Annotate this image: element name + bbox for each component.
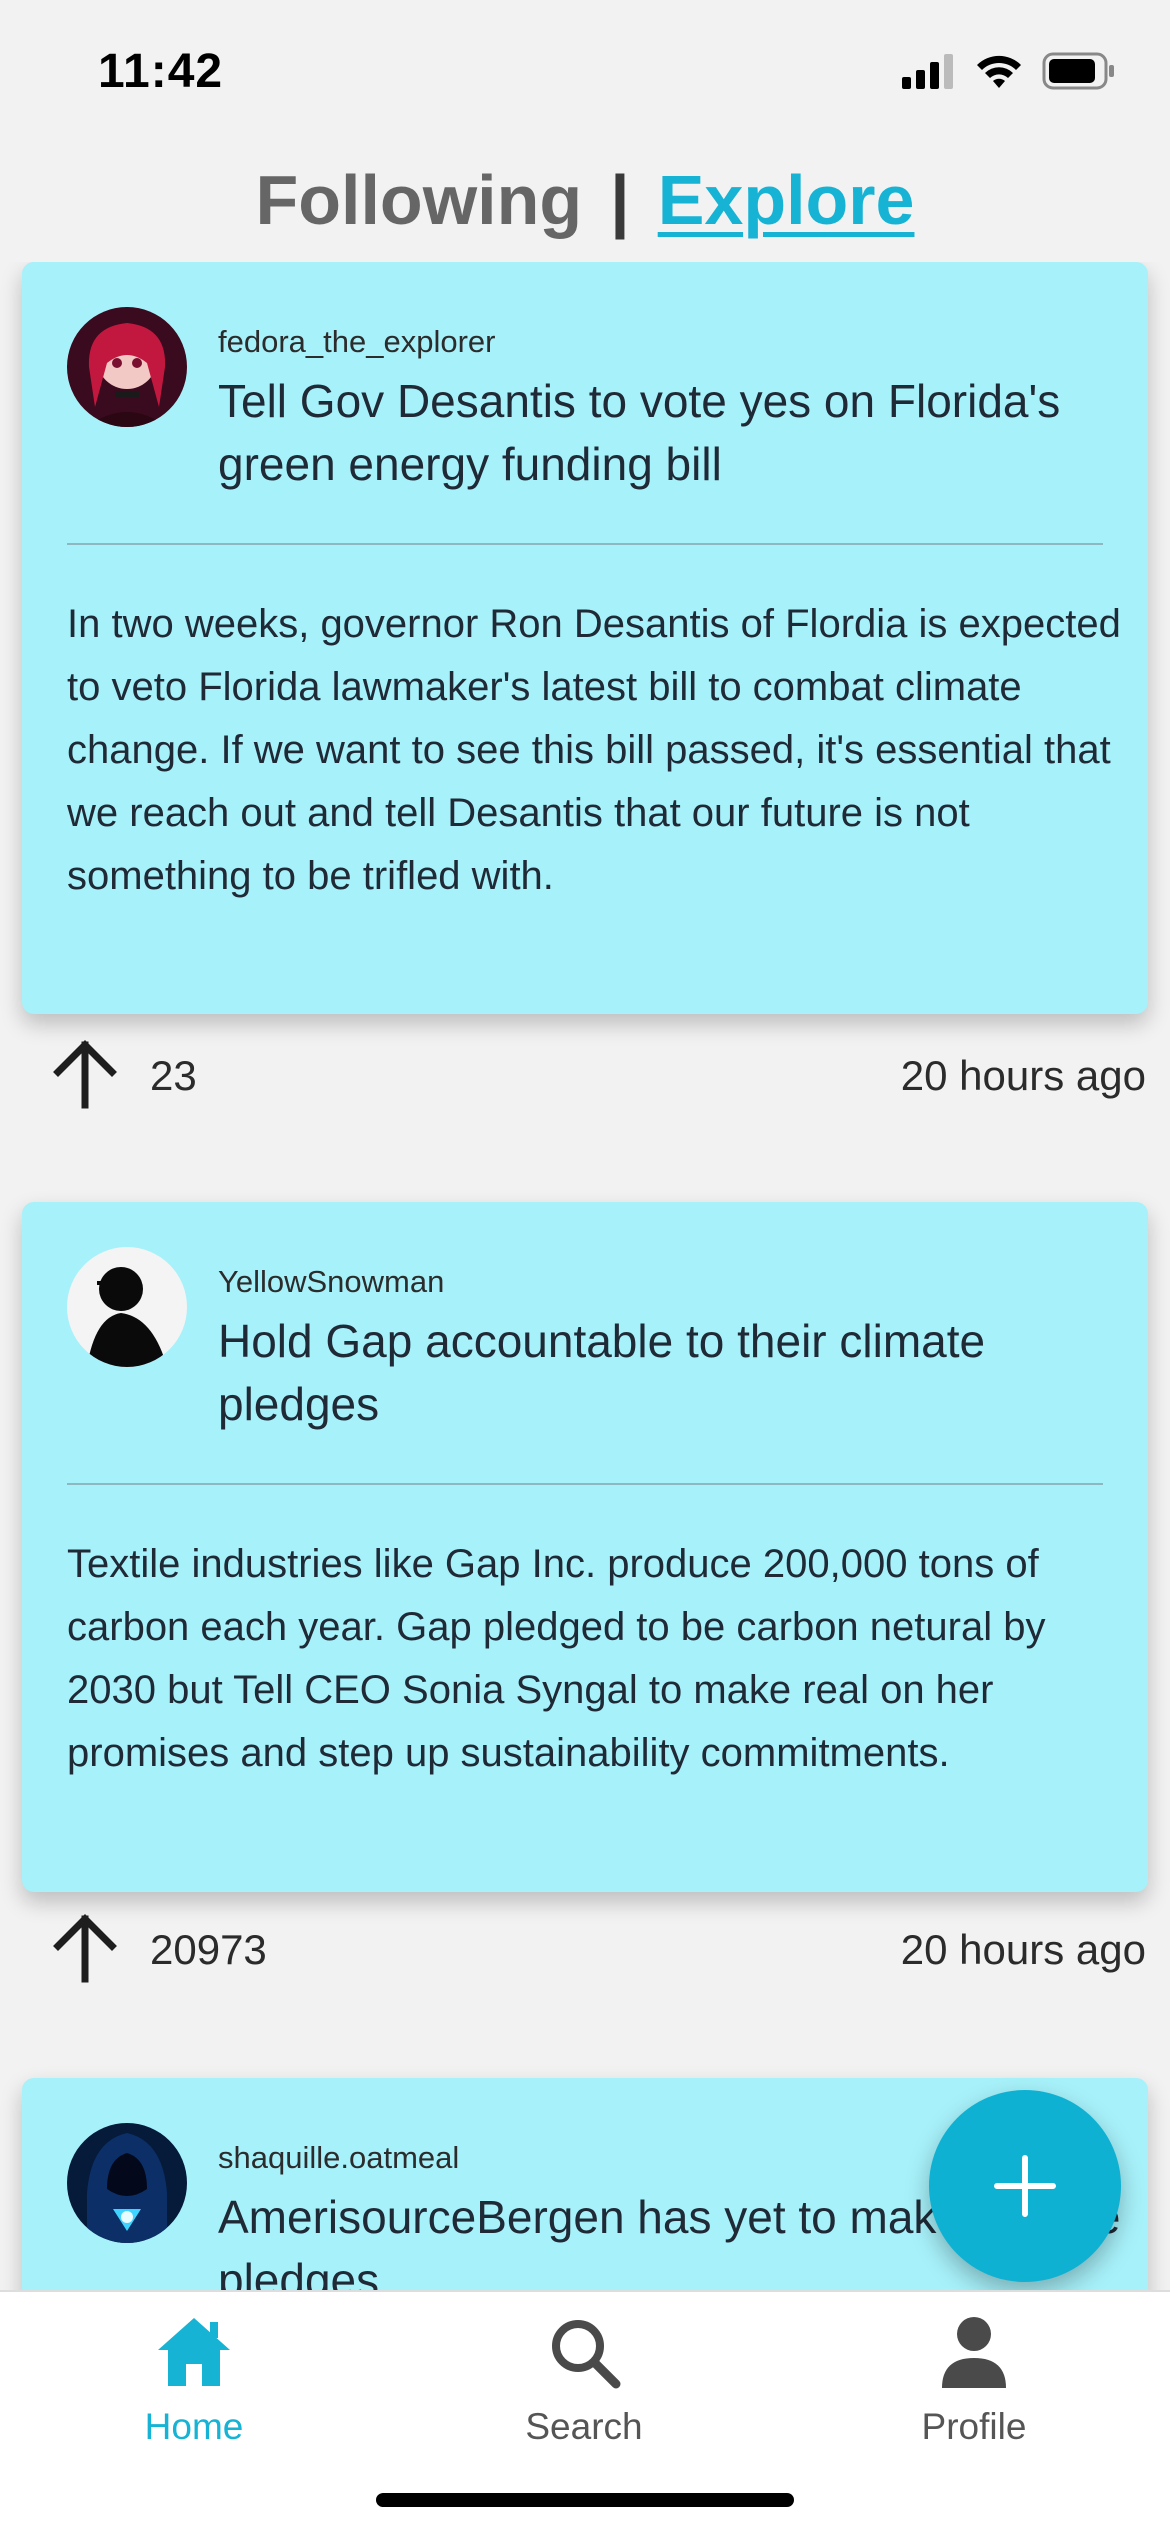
- user-avatar[interactable]: [67, 2123, 187, 2243]
- post-body: Textile industries like Gap Inc. produce…: [67, 1542, 1046, 1775]
- vote-count: 20973: [150, 1926, 267, 1973]
- create-post-button[interactable]: [929, 2090, 1121, 2282]
- post-body: In two weeks, governor Ron Desantis of F…: [67, 602, 1121, 898]
- feed-header-tabs: Following | Explore: [0, 140, 1170, 260]
- post-title[interactable]: Hold Gap accountable to their climate pl…: [218, 1310, 1128, 1436]
- post-username[interactable]: shaquille.oatmeal: [218, 2140, 459, 2176]
- search-icon: [552, 2320, 621, 2389]
- post-timestamp: 20 hours ago: [900, 1052, 1146, 1099]
- post-card[interactable]: YellowSnowman Hold Gap accountable to th…: [22, 1202, 1148, 1892]
- post-card[interactable]: fedora_the_explorer Tell Gov Desantis to…: [22, 262, 1148, 1014]
- nav-search-label: Search: [525, 2406, 643, 2447]
- nav-home-label: Home: [144, 2406, 244, 2447]
- post-meta: 23 20 hours ago: [0, 1034, 1170, 1114]
- home-indicator: [376, 2493, 794, 2507]
- post-divider: [67, 1483, 1103, 1485]
- post-divider: [67, 543, 1103, 545]
- nav-home[interactable]: Home: [64, 2302, 324, 2452]
- nav-profile-label: Profile: [921, 2406, 1027, 2447]
- status-icons: [900, 52, 1116, 90]
- post-meta: 20973 20 hours ago: [0, 1908, 1170, 1988]
- nav-profile[interactable]: Profile: [844, 2302, 1104, 2452]
- tab-explore[interactable]: Explore: [658, 160, 915, 240]
- bottom-navigation: Home Search Profile: [0, 2290, 1170, 2534]
- battery-icon: [1042, 52, 1114, 90]
- tab-separator: |: [610, 161, 630, 239]
- user-avatar[interactable]: [67, 307, 187, 427]
- profile-icon: [942, 2317, 1006, 2388]
- user-avatar[interactable]: [67, 1247, 187, 1367]
- home-icon: [158, 2318, 230, 2386]
- post-timestamp: 20 hours ago: [900, 1926, 1146, 1973]
- upvote-arrow-icon[interactable]: [50, 1913, 120, 1983]
- wifi-icon: [977, 55, 1021, 88]
- upvote-arrow-icon[interactable]: [50, 1039, 120, 1109]
- vote-count: 23: [150, 1052, 197, 1099]
- post-username[interactable]: fedora_the_explorer: [218, 324, 495, 360]
- status-bar: 11:42: [0, 0, 1170, 140]
- status-time: 11:42: [98, 45, 224, 98]
- cellular-signal-icon: [902, 54, 953, 89]
- post-username[interactable]: YellowSnowman: [218, 1264, 444, 1300]
- nav-search[interactable]: Search: [454, 2302, 714, 2452]
- plus-icon: [994, 2155, 1056, 2217]
- tab-following[interactable]: Following: [256, 160, 583, 240]
- post-feed[interactable]: fedora_the_explorer Tell Gov Desantis to…: [0, 262, 1170, 2292]
- post-title[interactable]: Tell Gov Desantis to vote yes on Florida…: [218, 370, 1128, 496]
